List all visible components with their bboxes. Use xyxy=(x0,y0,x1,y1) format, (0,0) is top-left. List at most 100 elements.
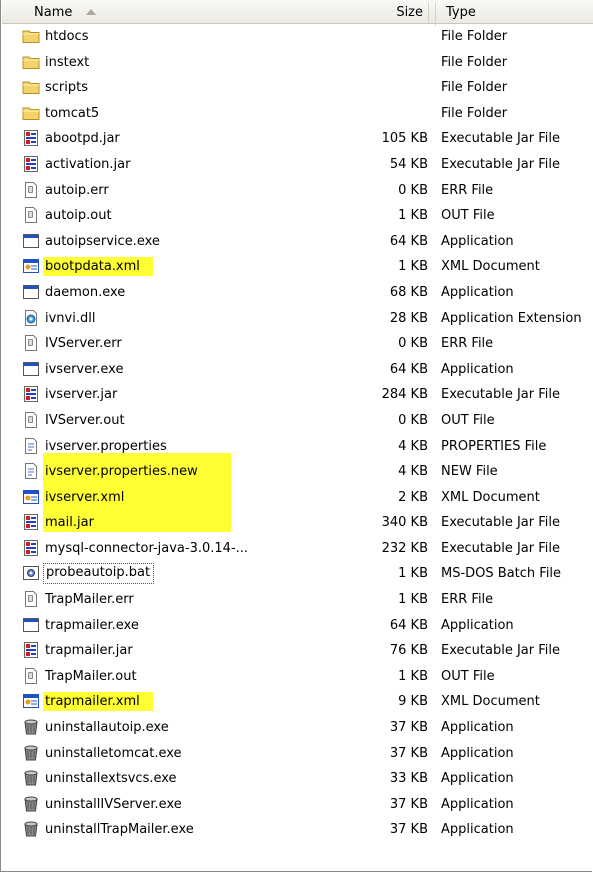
file-name[interactable]: abootpd.jar xyxy=(43,129,123,148)
file-row[interactable]: autoip.out 1 KB OUT File xyxy=(1,203,593,229)
application-window-icon xyxy=(22,283,40,301)
file-size: 37 KB xyxy=(389,822,428,838)
file-size: 33 KB xyxy=(389,771,428,787)
file-row[interactable]: ivserver.properties 4 KB PROPERTIES File xyxy=(1,434,593,460)
file-name[interactable]: mysql-connector-java-3.0.14-... xyxy=(43,539,251,558)
file-row[interactable]: activation.jar 54 KB Executable Jar File xyxy=(1,152,593,178)
file-name[interactable]: bootpdata.xml xyxy=(43,257,153,277)
column-header-size[interactable]: Size xyxy=(396,3,430,26)
jar-icon xyxy=(22,385,40,403)
file-type: Application xyxy=(441,796,514,812)
file-name[interactable]: instext xyxy=(43,53,92,72)
file-row[interactable]: htdocs File Folder xyxy=(1,24,593,50)
file-name[interactable]: ivserver.jar xyxy=(43,385,120,404)
file-row[interactable]: tomcat5 File Folder xyxy=(1,101,593,127)
file-name[interactable]: ivserver.exe xyxy=(43,360,126,379)
folder-icon xyxy=(22,104,40,122)
file-size: 232 KB xyxy=(381,540,428,556)
file-row[interactable]: mail.jar 340 KB Executable Jar File xyxy=(1,510,593,536)
file-name[interactable]: uninstallextsvcs.exe xyxy=(43,769,180,788)
file-row[interactable]: ivserver.xml 2 KB XML Document xyxy=(1,485,593,511)
jar-icon xyxy=(22,539,40,557)
file-name[interactable]: TrapMailer.out xyxy=(43,667,140,686)
file-row[interactable]: ivserver.jar 284 KB Executable Jar File xyxy=(1,382,593,408)
file-name[interactable]: uninstallIVServer.exe xyxy=(43,795,185,814)
file-size: 105 KB xyxy=(381,131,428,147)
file-row[interactable]: instext File Folder xyxy=(1,50,593,76)
file-size: 4 KB xyxy=(398,438,428,454)
column-header-type-label: Type xyxy=(446,5,476,20)
file-size: 9 KB xyxy=(398,694,428,710)
file-row[interactable]: TrapMailer.out 1 KB OUT File xyxy=(1,664,593,690)
column-header-bar: Name Size Type xyxy=(2,0,593,26)
file-row[interactable]: probeautoip.bat 1 KB MS-DOS Batch File xyxy=(1,561,593,587)
file-row[interactable]: ivnvi.dll 28 KB Application Extension xyxy=(1,306,593,332)
column-header-name[interactable]: Name xyxy=(2,3,429,22)
file-row[interactable]: uninstallTrapMailer.exe 37 KB Application xyxy=(1,817,593,843)
file-row[interactable]: trapmailer.exe 64 KB Application xyxy=(1,613,593,639)
file-row[interactable]: daemon.exe 68 KB Application xyxy=(1,280,593,306)
file-name[interactable]: scripts xyxy=(43,78,91,97)
file-name[interactable]: trapmailer.xml xyxy=(43,692,153,712)
file-name[interactable]: probeautoip.bat xyxy=(43,563,155,585)
file-row[interactable]: abootpd.jar 105 KB Executable Jar File xyxy=(1,126,593,152)
file-row[interactable]: uninstalletomcat.exe 37 KB Application xyxy=(1,741,593,767)
file-row[interactable]: ivserver.properties.new 4 KB NEW File xyxy=(1,459,593,485)
file-name[interactable]: mail.jar xyxy=(43,513,97,532)
file-list-view: Name Size Type htdocs File Folder instext F… xyxy=(0,0,593,872)
file-name[interactable]: ivnvi.dll xyxy=(43,309,98,328)
file-name[interactable]: autoip.out xyxy=(43,206,115,225)
file-type: ERR File xyxy=(441,182,494,198)
file-row[interactable]: uninstallextsvcs.exe 33 KB Application xyxy=(1,766,593,792)
file-row[interactable]: uninstallIVServer.exe 37 KB Application xyxy=(1,792,593,818)
file-row[interactable]: ivserver.exe 64 KB Application xyxy=(1,357,593,383)
file-row[interactable]: bootpdata.xml 1 KB XML Document xyxy=(1,254,593,280)
file-size: 0 KB xyxy=(398,182,428,198)
file-row[interactable]: autoip.err 0 KB ERR File xyxy=(1,178,593,204)
file-name[interactable]: autoip.err xyxy=(43,181,112,200)
folder-icon xyxy=(22,53,40,71)
properties-file-icon xyxy=(22,462,40,480)
file-name[interactable]: ivserver.properties xyxy=(43,437,170,456)
file-row[interactable]: uninstallautoip.exe 37 KB Application xyxy=(1,715,593,741)
folder-icon xyxy=(22,78,40,96)
column-header-type[interactable]: Type xyxy=(435,3,593,26)
generic-file-icon xyxy=(22,411,40,429)
application-window-icon xyxy=(22,232,40,250)
file-row[interactable]: TrapMailer.err 1 KB ERR File xyxy=(1,587,593,613)
file-name[interactable]: IVServer.out xyxy=(43,411,128,430)
file-row[interactable]: trapmailer.xml 9 KB XML Document xyxy=(1,689,593,715)
file-name[interactable]: ivserver.properties.new xyxy=(43,462,201,481)
file-row[interactable]: IVServer.out 0 KB OUT File xyxy=(1,408,593,434)
file-name[interactable]: tomcat5 xyxy=(43,104,102,123)
file-name[interactable]: htdocs xyxy=(43,27,91,46)
file-size: 1 KB xyxy=(398,208,428,224)
file-name[interactable]: TrapMailer.err xyxy=(43,590,137,609)
file-row[interactable]: scripts File Folder xyxy=(1,75,593,101)
file-name[interactable]: uninstallautoip.exe xyxy=(43,718,172,737)
file-type: NEW File xyxy=(441,464,498,480)
file-row[interactable]: autoipservice.exe 64 KB Application xyxy=(1,229,593,255)
uninstaller-icon xyxy=(22,820,40,838)
file-name[interactable]: uninstalletomcat.exe xyxy=(43,744,185,763)
batch-file-icon xyxy=(22,564,40,582)
file-type: Application xyxy=(441,617,514,633)
file-row[interactable]: mysql-connector-java-3.0.14-... 232 KB Exe… xyxy=(1,536,593,562)
file-name[interactable]: activation.jar xyxy=(43,155,133,174)
file-name[interactable]: IVServer.err xyxy=(43,334,125,353)
file-size: 54 KB xyxy=(389,156,428,172)
file-name[interactable]: ivserver.xml xyxy=(43,488,127,507)
file-name[interactable]: trapmailer.jar xyxy=(43,641,136,660)
file-type: Executable Jar File xyxy=(441,643,560,659)
file-size: 2 KB xyxy=(398,489,428,505)
file-type: ERR File xyxy=(441,336,494,352)
file-name[interactable]: autoipservice.exe xyxy=(43,232,163,251)
file-row[interactable]: trapmailer.jar 76 KB Executable Jar File xyxy=(1,638,593,664)
file-name[interactable]: uninstallTrapMailer.exe xyxy=(43,820,197,839)
uninstaller-icon xyxy=(22,718,40,736)
file-row[interactable]: IVServer.err 0 KB ERR File xyxy=(1,331,593,357)
file-name[interactable]: daemon.exe xyxy=(43,283,128,302)
file-name[interactable]: trapmailer.exe xyxy=(43,616,142,635)
xml-document-icon xyxy=(22,692,40,710)
file-type: Executable Jar File xyxy=(441,540,560,556)
